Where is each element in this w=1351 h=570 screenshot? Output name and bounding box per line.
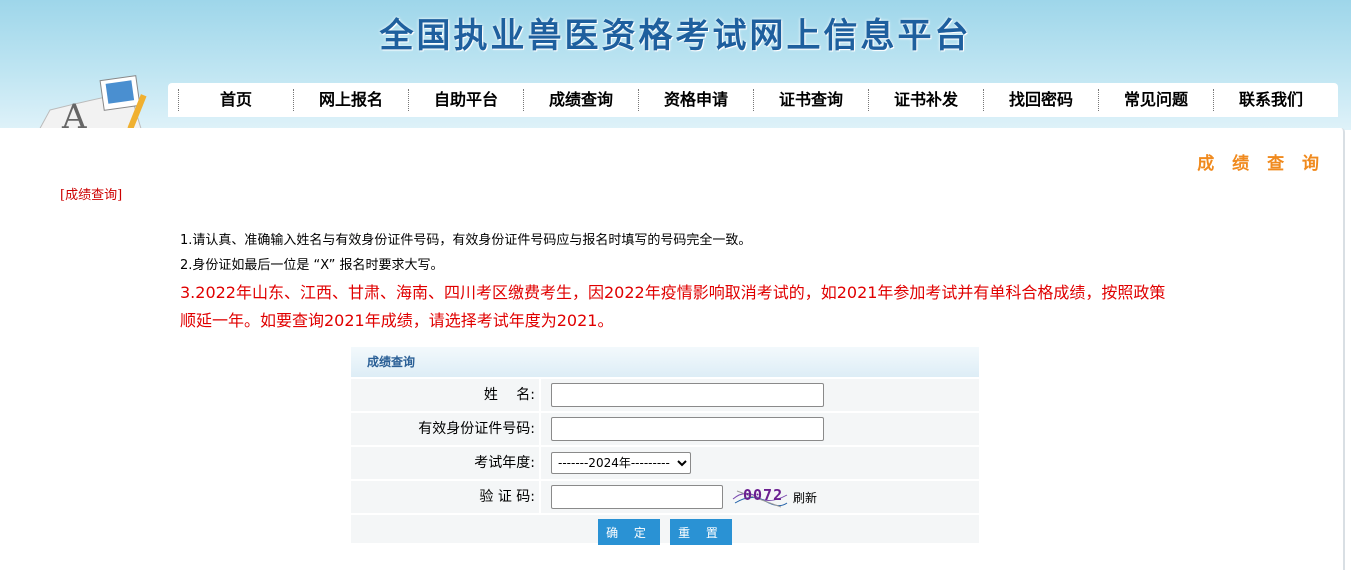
- submit-button[interactable]: 确 定: [598, 519, 660, 545]
- note-line-3: 3.2022年山东、江西、甘肃、海南、四川考区缴费考生，因2022年疫情影响取消…: [180, 283, 1166, 330]
- form-row-captcha: 验 证 码: 0072 刷新: [351, 479, 979, 513]
- form-row-id: 有效身份证件号码:: [351, 411, 979, 445]
- site-title: 全国执业兽医资格考试网上信息平台: [379, 16, 972, 56]
- nav-item-home[interactable]: 首页: [178, 89, 293, 111]
- nav-item-recover-password[interactable]: 找回密码: [983, 89, 1098, 111]
- nav-item-online-registration[interactable]: 网上报名: [293, 89, 408, 111]
- captcha-label: 验 证 码:: [351, 481, 541, 513]
- nav-item-self-service[interactable]: 自助平台: [408, 89, 523, 111]
- nav-item-qualification-application[interactable]: 资格申请: [638, 89, 753, 111]
- captcha-input[interactable]: [551, 485, 723, 509]
- year-label: 考试年度:: [351, 447, 541, 479]
- form-row-name: 姓 名:: [351, 377, 979, 411]
- page-heading: 成 绩 查 询: [1197, 154, 1325, 174]
- refresh-captcha-link[interactable]: 刷新: [793, 489, 817, 506]
- form-buttons: 确 定 重 置: [351, 513, 979, 549]
- note-line-2: 2.身份证如最后一位是 “X” 报名时要求大写。: [180, 258, 444, 273]
- logo-icon: A: [37, 75, 147, 132]
- form-row-year: 考试年度: -------2024年---------: [351, 445, 979, 479]
- note-line-1: 1.请认真、准确输入姓名与有效身份证件号码，有效身份证件号码应与报名时填写的号码…: [180, 233, 752, 248]
- nav-item-faq[interactable]: 常见问题: [1098, 89, 1213, 111]
- nav-item-score-query[interactable]: 成绩查询: [523, 89, 638, 111]
- score-query-form: 成绩查询 姓 名: 有效身份证件号码: 考试年度: -------2024年--…: [351, 347, 979, 545]
- nav-item-certificate-reissue[interactable]: 证书补发: [868, 89, 983, 111]
- nav-item-certificate-query[interactable]: 证书查询: [753, 89, 868, 111]
- main-nav: 首页 网上报名 自助平台 成绩查询 资格申请 证书查询 证书补发 找回密码 常见…: [168, 83, 1338, 117]
- id-label: 有效身份证件号码:: [351, 413, 541, 445]
- svg-text:A: A: [61, 97, 87, 132]
- captcha-text: 0072: [743, 486, 784, 504]
- header-banner: 全国执业兽医资格考试网上信息平台 A 首页 网上报名 自助平台 成绩查询 资格申…: [0, 0, 1351, 132]
- exam-year-select[interactable]: -------2024年---------: [551, 452, 691, 474]
- id-number-input[interactable]: [551, 417, 824, 441]
- name-input[interactable]: [551, 383, 824, 407]
- name-label: 姓 名:: [351, 379, 541, 411]
- section-tag: [成绩查询]: [60, 188, 123, 203]
- reset-button[interactable]: 重 置: [670, 519, 732, 545]
- captcha-image[interactable]: 0072: [731, 485, 789, 509]
- nav-item-contact-us[interactable]: 联系我们: [1213, 89, 1328, 111]
- form-title: 成绩查询: [351, 347, 979, 377]
